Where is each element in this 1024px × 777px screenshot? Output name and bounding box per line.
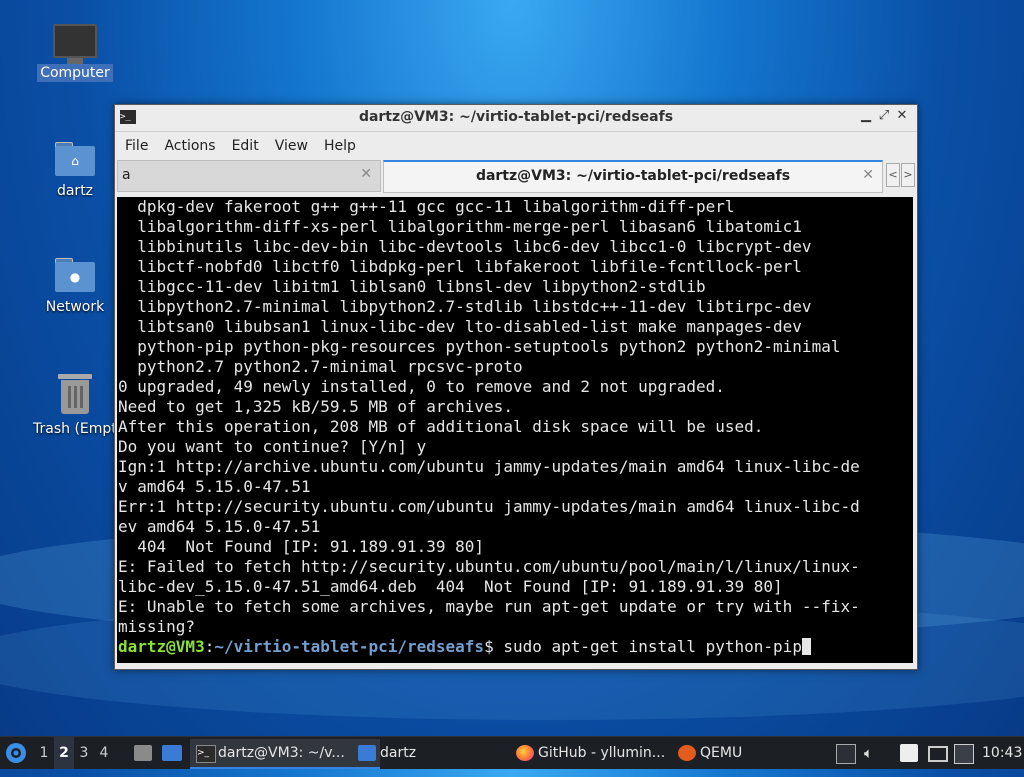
tab-label: dartz@VM3: ~/virtio-tablet-pci/redseafs [475, 168, 791, 184]
tab-label: a [122, 167, 131, 183]
workspace-switcher: 1234 [34, 737, 114, 769]
show-desktop-button[interactable] [134, 737, 152, 769]
prompt-user: dartz@VM3 [118, 637, 205, 656]
desktop-icon-computer[interactable]: Computer [30, 24, 120, 82]
terminal-prompt-line: dartz@VM3:~/virtio-tablet-pci/redseafs$ … [118, 637, 860, 657]
tab-close-icon[interactable]: ✕ [360, 166, 372, 182]
menubar: File Actions Edit View Help [115, 132, 917, 160]
desktop-icon-label: Computer [37, 64, 113, 82]
terminal-line: libtsan0 libubsan1 linux-libc-dev lto-di… [118, 317, 802, 336]
notes-tray-icon[interactable] [900, 744, 918, 762]
terminal-line: python2.7 python2.7-minimal rpcsvc-proto [118, 357, 523, 376]
desktop-icon-home[interactable]: ⌂ dartz [30, 142, 120, 200]
terminal-line: python-pip python-pkg-resources python-s… [118, 337, 841, 356]
terminal-line: Err:1 http://security.ubuntu.com/ubuntu … [118, 497, 860, 516]
terminal-line: E: Failed to fetch http://security.ubunt… [118, 557, 860, 576]
desktop-icon [134, 745, 152, 761]
workspace-4[interactable]: 4 [94, 737, 114, 769]
prompt-separator: : [204, 637, 215, 656]
task-dartz-folder[interactable]: dartz [352, 739, 536, 767]
terminal-line: Ign:1 http://archive.ubuntu.com/ubuntu j… [118, 457, 860, 476]
desktop-icon-label: Network [45, 299, 105, 315]
volume-icon[interactable]: 🔈︎ [864, 744, 882, 762]
desktop-icon-trash[interactable]: Trash (Empty) [30, 374, 131, 438]
task-label: dartz@VM3: ~/v... [218, 745, 345, 761]
terminal-icon: >_ [196, 745, 216, 763]
terminal-window[interactable]: >_ dartz@VM3: ~/virtio-tablet-pci/redsea… [114, 104, 918, 670]
terminal-line: ev amd64 5.15.0-47.51 [118, 517, 321, 536]
home-folder-icon: ⌂ [55, 142, 95, 176]
terminal-line: E: Unable to fetch some archives, maybe … [118, 597, 860, 616]
terminal-line: Do you want to continue? [Y/n] y [118, 437, 427, 456]
tab-close-icon[interactable]: ✕ [862, 167, 874, 183]
folder-icon [358, 745, 376, 761]
minimize-icon[interactable]: ▁ [857, 108, 875, 123]
computer-icon [53, 24, 97, 64]
text-cursor [801, 638, 811, 655]
menu-edit[interactable]: Edit [224, 132, 267, 160]
workspace-3[interactable]: 3 [74, 737, 94, 769]
terminal-line: 404 Not Found [IP: 91.189.91.39 80] [118, 537, 485, 556]
taskbar: 1234 >_ dartz@VM3: ~/v... dartz GitHub -… [0, 736, 1024, 769]
desktop-icon-network[interactable]: ● Network [30, 258, 120, 316]
app-menu-button[interactable] [4, 737, 28, 769]
task-label: QEMU [700, 745, 743, 761]
display-tray-icon[interactable] [928, 746, 948, 762]
task-label: dartz [380, 745, 417, 761]
tab-prev-icon[interactable]: < [886, 163, 900, 187]
terminal-line: After this operation, 208 MB of addition… [118, 417, 764, 436]
clock: 10:43 [982, 745, 1023, 761]
terminal-line: v amd64 5.15.0-47.51 [118, 477, 311, 496]
trash-icon [58, 374, 92, 414]
close-icon[interactable]: ✕ [893, 108, 911, 123]
terminal-line: dpkg-dev fakeroot g++ g++-11 gcc gcc-11 … [118, 197, 735, 216]
menu-file[interactable]: File [117, 132, 156, 160]
window-title: dartz@VM3: ~/virtio-tablet-pci/redseafs [358, 109, 674, 125]
prompt-path: ~/virtio-tablet-pci/redseafs [214, 637, 485, 656]
menu-help[interactable]: Help [316, 132, 364, 160]
clipboard-tray-icon[interactable] [836, 744, 856, 764]
folder-icon [162, 745, 182, 761]
terminal-line: 0 upgraded, 49 newly installed, 0 to rem… [118, 377, 725, 396]
task-qemu[interactable]: QEMU [672, 739, 806, 767]
maximize-icon[interactable]: ⤢ [875, 108, 893, 123]
tab-a[interactable]: a ✕ [117, 160, 381, 192]
terminal-line: libc-dev_5.15.0-47.51_amd64.deb 404 Not … [118, 577, 783, 596]
qemu-icon [678, 745, 696, 761]
terminal-line: libalgorithm-diff-xs-perl libalgorithm-m… [118, 217, 802, 236]
terminal-line: libgcc-11-dev libitm1 liblsan0 libnsl-de… [118, 277, 706, 296]
file-manager-launcher[interactable] [162, 737, 182, 769]
terminal-output[interactable]: dpkg-dev fakeroot g++ g++-11 gcc gcc-11 … [117, 197, 913, 663]
terminal-line: libbinutils libc-dev-bin libc-devtools l… [118, 237, 812, 256]
terminal-line: Need to get 1,325 kB/59.5 MB of archives… [118, 397, 513, 416]
lubuntu-logo-icon [6, 743, 26, 763]
menu-view[interactable]: View [267, 132, 316, 160]
tab-bar: a ✕ dartz@VM3: ~/virtio-tablet-pci/redse… [115, 160, 917, 193]
window-titlebar[interactable]: >_ dartz@VM3: ~/virtio-tablet-pci/redsea… [115, 105, 917, 132]
tab-next-icon[interactable]: > [901, 163, 915, 187]
network-folder-icon: ● [55, 258, 95, 292]
workspace-2[interactable]: 2 [54, 737, 74, 769]
desktop-icon-label: dartz [56, 183, 94, 199]
terminal-line: libpython2.7-minimal libpython2.7-stdlib… [118, 297, 812, 316]
terminal-line: missing? [118, 617, 196, 636]
network-tray-icon[interactable] [954, 744, 974, 764]
command-text: sudo apt-get install python-pip [503, 637, 802, 656]
menu-actions[interactable]: Actions [156, 132, 223, 160]
tab-active[interactable]: dartz@VM3: ~/virtio-tablet-pci/redseafs … [383, 160, 883, 193]
task-label: GitHub - yllumin... [538, 745, 666, 761]
firefox-icon [516, 745, 534, 761]
prompt-symbol: $ [484, 637, 504, 656]
workspace-1[interactable]: 1 [34, 737, 54, 769]
terminal-line: libctf-nobfd0 libctf0 libdpkg-perl libfa… [118, 257, 802, 276]
